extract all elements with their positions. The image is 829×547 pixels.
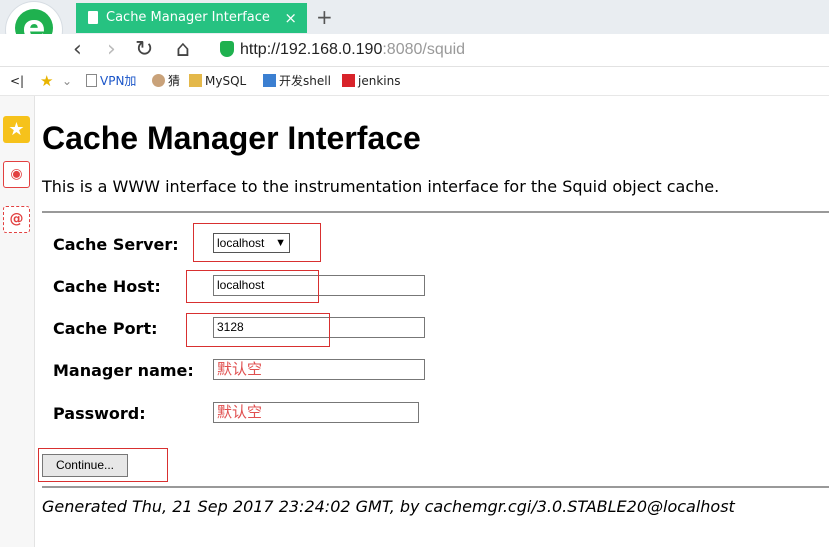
navigation-bar: ‹ › ↻ ⌂ http://192.168.0.190:8080/squid: [0, 34, 829, 67]
intro-text: This is a WWW interface to the instrumen…: [42, 177, 720, 196]
bookmarks-bar: <| ★ ⌄ VPN加 猜 MySQL 开发shell jenkins: [0, 67, 829, 96]
annotation-box: [186, 270, 319, 303]
reload-button[interactable]: ↻: [135, 37, 153, 63]
address-bar[interactable]: http://192.168.0.190:8080/squid: [240, 39, 465, 61]
bottom-divider: [42, 486, 829, 488]
favorites-dropdown-icon[interactable]: ⌄: [62, 67, 72, 95]
page-icon: [86, 74, 97, 87]
url-path: :8080/squid: [382, 41, 466, 58]
mysql-icon: [189, 74, 202, 87]
manager-name-label: Manager name:: [53, 361, 194, 380]
cache-port-label: Cache Port:: [53, 319, 158, 338]
weibo-icon[interactable]: ◉: [3, 161, 30, 188]
page-icon: [88, 11, 98, 24]
annotation-box: [38, 448, 168, 482]
bookmark-guess[interactable]: 猜: [152, 67, 180, 95]
password-input[interactable]: 默认空: [213, 402, 419, 423]
annotation-box: [186, 313, 330, 347]
cache-host-label: Cache Host:: [53, 277, 161, 296]
generated-footer: Generated Thu, 21 Sep 2017 23:24:02 GMT,…: [42, 497, 735, 516]
new-tab-button[interactable]: +: [316, 4, 333, 30]
left-sidebar: ★ ◉ @: [0, 96, 35, 547]
bookmark-devshell[interactable]: 开发shell: [263, 67, 331, 95]
tab-close-icon[interactable]: ×: [284, 3, 297, 33]
secure-shield-icon: [220, 41, 234, 57]
mail-icon[interactable]: @: [3, 206, 30, 233]
page-title: Cache Manager Interface: [42, 120, 421, 156]
back-button[interactable]: ‹: [73, 37, 82, 63]
cache-server-label: Cache Server:: [53, 235, 179, 254]
sidebar-toggle-icon[interactable]: <|: [10, 67, 24, 95]
tab-bar: Cache Manager Interface × +: [0, 0, 829, 34]
home-button[interactable]: ⌂: [176, 37, 190, 63]
url-host: http://192.168.0.190: [240, 41, 383, 58]
annotation-box: [193, 223, 321, 262]
bookmark-jenkins[interactable]: jenkins: [342, 67, 400, 95]
password-label: Password:: [53, 404, 146, 423]
forward-button[interactable]: ›: [107, 37, 116, 63]
tab-title: Cache Manager Interface: [106, 10, 270, 25]
bookmark-vpn[interactable]: VPN加: [86, 67, 136, 95]
shell-icon: [263, 74, 276, 87]
bookmark-mysql[interactable]: MySQL: [189, 67, 246, 95]
jenkins-icon: [342, 74, 355, 87]
active-tab[interactable]: Cache Manager Interface ×: [76, 3, 307, 33]
favorites-star-icon[interactable]: ★: [3, 116, 30, 143]
favorites-star-icon[interactable]: ★: [40, 67, 53, 95]
top-divider: [42, 211, 829, 213]
manager-name-input[interactable]: 默认空: [213, 359, 425, 380]
avatar-icon: [152, 74, 165, 87]
